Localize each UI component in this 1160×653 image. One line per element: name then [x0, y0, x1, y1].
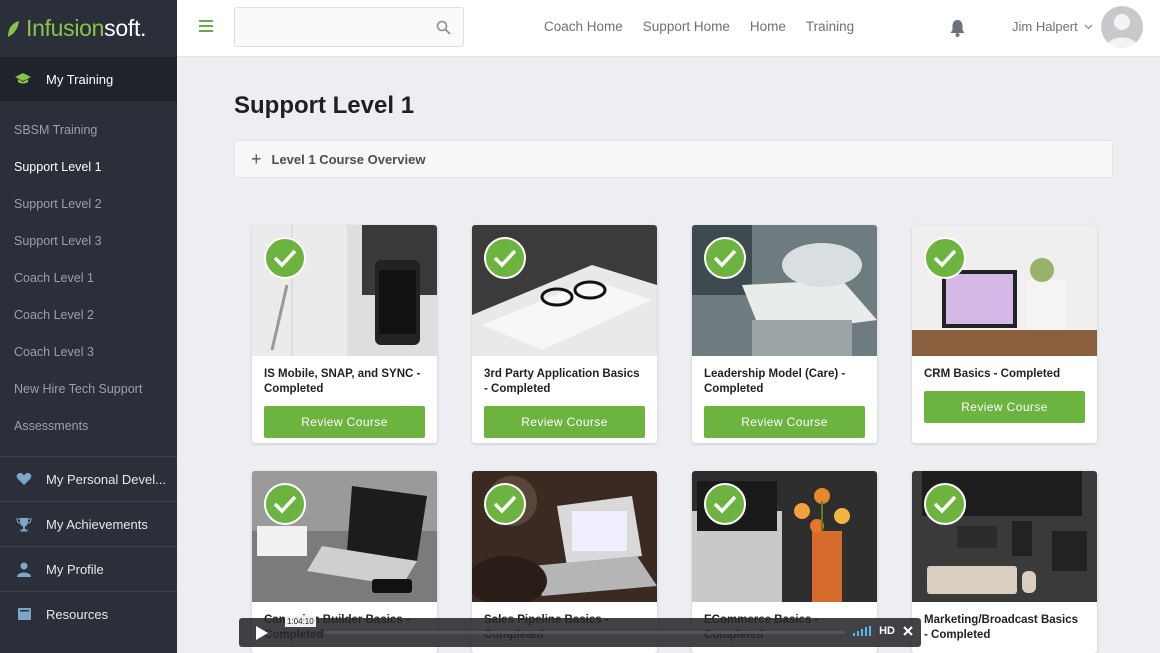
completed-check-icon: [704, 237, 746, 279]
leaf-icon: [8, 20, 19, 37]
heart-icon: [14, 472, 34, 486]
course-thumbnail[interactable]: [252, 471, 437, 602]
course-thumbnail[interactable]: [692, 471, 877, 602]
accordion-label: Level 1 Course Overview: [271, 151, 426, 167]
course-title: Marketing/Broadcast Basics - Completed: [924, 614, 1079, 641]
sidebar-item-label: My Achievements: [46, 516, 148, 532]
sidebar-subitem-sbsm[interactable]: SBSM Training: [0, 111, 177, 148]
volume-icon[interactable]: [853, 626, 872, 636]
course-thumbnail[interactable]: [912, 471, 1097, 602]
hd-toggle[interactable]: HD: [879, 625, 895, 637]
completed-check-icon: [924, 483, 966, 525]
sidebar-subitem-new-hire[interactable]: New Hire Tech Support: [0, 370, 177, 407]
video-scrubber[interactable]: [325, 631, 845, 634]
course-title: IS Mobile, SNAP, and SYNC - Completed: [264, 368, 421, 395]
play-icon: [256, 625, 268, 640]
user-name: Jim Halpert: [1012, 19, 1078, 34]
course-card: 3rd Party Application Basics - Completed…: [472, 225, 657, 443]
avatar[interactable]: [1101, 6, 1143, 48]
course-card: Marketing/Broadcast Basics - Completed: [912, 471, 1097, 653]
course-title: Leadership Model (Care) - Completed: [704, 368, 846, 395]
logo-text-suffix: soft.: [104, 15, 147, 41]
video-timestamp: 1:04:10: [285, 616, 316, 627]
trophy-icon: [14, 517, 34, 532]
sidebar-item-achievements[interactable]: My Achievements: [0, 501, 177, 546]
sidebar-subitem-coach-level-2[interactable]: Coach Level 2: [0, 296, 177, 333]
nav-training[interactable]: Training: [806, 19, 854, 34]
course-card: Leadership Model (Care) - Completed Revi…: [692, 225, 877, 443]
course-card: IS Mobile, SNAP, and SYNC - Completed Re…: [252, 225, 437, 443]
review-course-button[interactable]: Review Course: [704, 406, 865, 438]
play-button[interactable]: [239, 618, 285, 647]
completed-check-icon: [264, 237, 306, 279]
sidebar-subitem-assessments[interactable]: Assessments: [0, 407, 177, 444]
review-course-button[interactable]: Review Course: [264, 406, 425, 438]
sidebar-item-resources[interactable]: Resources: [0, 591, 177, 636]
sidebar-item-label: My Profile: [46, 561, 104, 577]
page-title: Support Level 1: [234, 92, 415, 119]
sidebar-subitem-support-level-3[interactable]: Support Level 3: [0, 222, 177, 259]
review-course-button[interactable]: Review Course: [484, 406, 645, 438]
search-input[interactable]: [234, 7, 464, 47]
plus-icon: +: [251, 148, 262, 169]
fullscreen-icon[interactable]: [903, 626, 913, 636]
hamburger-menu-icon[interactable]: [199, 20, 213, 32]
sidebar-item-label: Resources: [46, 606, 109, 622]
user-menu[interactable]: Jim Halpert: [1012, 19, 1093, 34]
review-course-button[interactable]: Review Course: [924, 391, 1085, 423]
sidebar-subitem-support-level-2[interactable]: Support Level 2: [0, 185, 177, 222]
course-card: CRM Basics - Completed Review Course: [912, 225, 1097, 443]
search-icon[interactable]: [436, 20, 451, 35]
sidebar-item-label: My Personal Devel...: [46, 471, 166, 487]
sidebar-submenu: SBSM Training Support Level 1 Support Le…: [0, 101, 177, 444]
nav-support-home[interactable]: Support Home: [643, 19, 730, 34]
top-navigation: Coach Home Support Home Home Training: [544, 19, 854, 34]
course-thumbnail[interactable]: [252, 225, 437, 356]
sidebar-item-personal-development[interactable]: My Personal Devel...: [0, 456, 177, 501]
sidebar-item-my-training[interactable]: My Training: [0, 57, 177, 101]
nav-coach-home[interactable]: Coach Home: [544, 19, 623, 34]
sidebar-item-profile[interactable]: My Profile: [0, 546, 177, 591]
course-title: CRM Basics - Completed: [924, 368, 1061, 380]
top-bar: Coach Home Support Home Home Training Ji…: [177, 0, 1160, 57]
video-control-bar: 1:04:10 HD: [239, 616, 921, 647]
course-thumbnail[interactable]: [472, 225, 657, 356]
completed-check-icon: [924, 237, 966, 279]
completed-check-icon: [264, 483, 306, 525]
book-icon: [14, 607, 34, 621]
course-thumbnail[interactable]: [472, 471, 657, 602]
completed-check-icon: [484, 237, 526, 279]
sidebar-subitem-coach-level-3[interactable]: Coach Level 3: [0, 333, 177, 370]
course-overview-accordion[interactable]: + Level 1 Course Overview: [234, 140, 1113, 178]
sidebar: Infusionsoft. My Training SBSM Training …: [0, 0, 177, 653]
sidebar-item-label: My Training: [46, 71, 114, 87]
logo[interactable]: Infusionsoft.: [0, 0, 177, 57]
completed-check-icon: [484, 483, 526, 525]
video-controls-right: HD: [853, 625, 913, 637]
sidebar-subitem-support-level-1[interactable]: Support Level 1: [0, 148, 177, 185]
course-title: 3rd Party Application Basics - Completed: [484, 368, 640, 395]
course-thumbnail[interactable]: [912, 225, 1097, 356]
bell-icon[interactable]: [949, 19, 966, 37]
user-icon: [14, 562, 34, 577]
nav-home[interactable]: Home: [750, 19, 786, 34]
sidebar-subitem-coach-level-1[interactable]: Coach Level 1: [0, 259, 177, 296]
chevron-down-icon: [1084, 24, 1093, 29]
graduation-cap-icon: [14, 72, 34, 86]
logo-text: Infusion: [26, 15, 105, 41]
course-thumbnail[interactable]: [692, 225, 877, 356]
completed-check-icon: [704, 483, 746, 525]
